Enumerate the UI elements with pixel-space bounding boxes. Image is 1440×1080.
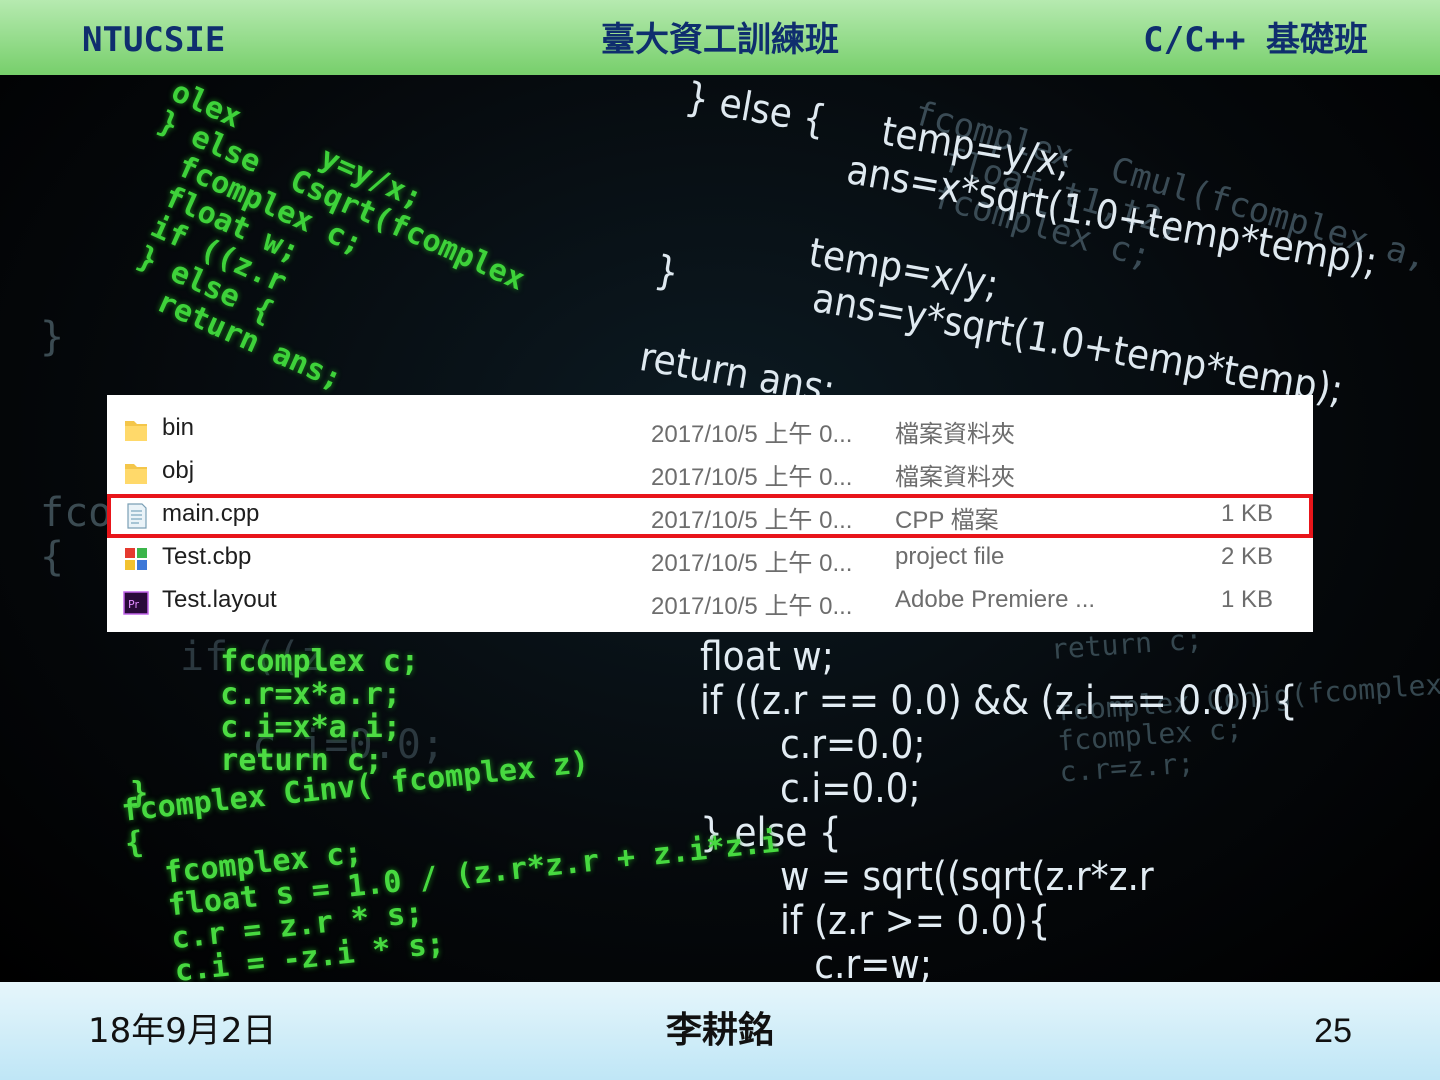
file-type: 檔案資料夾	[895, 464, 1015, 491]
file-size: 1 KB	[1220, 586, 1273, 613]
svg-text:Pr: Pr	[128, 598, 139, 611]
page-number: 25	[1314, 1012, 1352, 1050]
file-row-test-cbp[interactable]: Test.cbp 2017/10/5 上午 0... project file …	[107, 536, 1313, 579]
file-name: bin	[162, 414, 195, 441]
file-row-obj[interactable]: obj 2017/10/5 上午 0... 檔案資料夾	[107, 450, 1313, 493]
file-type: 檔案資料夾	[895, 421, 1015, 448]
code-text-block: olex y=y/x; } else Csqrt(fcomplex fcompl…	[85, 75, 530, 398]
file-type: project file	[895, 543, 1005, 570]
file-name: obj	[162, 457, 195, 484]
file-type: Adobe Premiere ...	[895, 586, 1096, 613]
file-date: 2017/10/5 上午 0...	[651, 550, 853, 577]
file-date: 2017/10/5 上午 0...	[651, 464, 853, 491]
file-date: 2017/10/5 上午 0...	[651, 593, 853, 620]
file-row-bin[interactable]: bin 2017/10/5 上午 0... 檔案資料夾	[107, 407, 1313, 450]
codeblocks-project-icon	[121, 544, 151, 574]
header-right-text: C/C++ 基礎班	[1143, 20, 1368, 60]
slide-header: NTUCSIE 臺大資工訓練班 C/C++ 基礎班	[0, 0, 1440, 75]
folder-icon	[121, 458, 151, 488]
file-name: Test.layout	[162, 586, 277, 613]
footer-author: 李耕銘	[665, 1010, 774, 1051]
file-size: 2 KB	[1220, 543, 1273, 570]
file-date: 2017/10/5 上午 0...	[651, 421, 853, 448]
code-text-block: float w; if ((z.r == 0.0) && (z.i == 0.0…	[700, 634, 1298, 982]
premiere-file-icon: Pr	[121, 587, 151, 617]
highlight-box	[107, 494, 1313, 538]
file-name: Test.cbp	[162, 543, 252, 570]
slide-footer: 18年9月2日 李耕銘 25	[0, 982, 1440, 1080]
file-row-test-layout[interactable]: Pr Test.layout 2017/10/5 上午 0... Adobe P…	[107, 579, 1313, 622]
folder-icon	[121, 415, 151, 445]
